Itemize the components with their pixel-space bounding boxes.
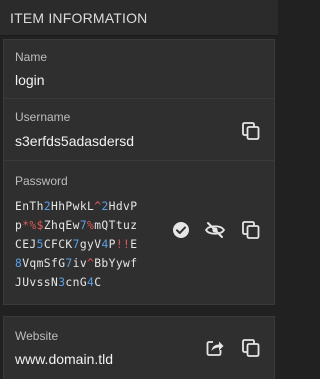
copy-website-button[interactable] [240,337,262,359]
password-row: Password EnTh2HhPwkL^2HdvP p*%$ZhqEw7%mQT… [4,161,274,304]
password-letters: P [108,238,116,251]
copy-username-button[interactable] [240,120,262,142]
name-row: Name login [4,40,274,99]
password-label: Password [15,174,68,188]
name-label: Name [15,50,48,64]
website-box: Website www.domain.tld [3,316,275,379]
username-label: Username [15,110,71,124]
password-line: CEJ5CFCK7gyV4P!!E [15,235,165,254]
password-letters: ZhqEw [43,219,80,232]
password-letters: CFCK [43,238,73,251]
password-letters: JUvssN [15,276,59,289]
password-letters: CEJ [15,238,37,251]
password-digit: 2 [43,200,52,213]
password-digit: 7 [65,257,73,270]
password-digit: 5 [36,238,44,251]
password-letters: gyV [79,238,102,251]
password-letters: mQTtuz [94,219,138,232]
password-letters: iv [72,257,88,270]
eye-slash-icon [204,222,226,238]
login-fields-box: Name login Username s3erfds5adasdersd Pa… [3,39,275,305]
password-letters: EnTh [15,200,44,213]
panel-title: ITEM INFORMATION [10,9,148,26]
password-letters: cnG [65,276,88,289]
copy-password-button[interactable] [240,219,262,241]
website-value[interactable]: www.domain.tld [15,351,113,367]
check-circle-icon [173,222,189,238]
website-label: Website [15,329,59,343]
password-digit: 7 [79,219,88,232]
copy-icon [242,122,260,140]
password-letters: HhPwkL [51,200,95,213]
password-symbol: *%$ [22,219,44,232]
password-line: p*%$ZhqEw7%mQTtuz [15,216,165,235]
launch-icon [206,341,224,356]
password-line: JUvssN3cnG4C [15,273,165,292]
username-value[interactable]: s3erfds5adasdersd [15,133,134,149]
check-password-button[interactable] [170,219,192,241]
copy-icon [242,221,260,239]
password-symbol: !! [115,238,131,251]
password-letters: E [130,238,138,251]
item-information-panel: ITEM INFORMATION Name login Username s3e… [0,0,278,379]
password-letters: C [94,276,102,289]
username-row: Username s3erfds5adasdersd [4,99,274,161]
password-digit: 2 [101,200,109,213]
password-value[interactable]: EnTh2HhPwkL^2HdvP p*%$ZhqEw7%mQTtuz CEJ5CF… [15,197,165,292]
password-letters: BbYywf [94,257,138,270]
panel-header: ITEM INFORMATION [0,0,278,36]
name-value[interactable]: login [15,72,45,88]
password-digit: 7 [72,238,80,251]
copy-icon [242,339,260,357]
password-line: EnTh2HhPwkL^2HdvP [15,197,165,216]
password-letters: VqmSfG [22,257,66,270]
password-letters: HdvP [108,200,138,213]
launch-website-button[interactable] [204,337,226,359]
password-line: 8VqmSfG7iv^BbYywf [15,254,165,273]
password-digit: 4 [101,238,109,251]
toggle-password-visibility-button[interactable] [204,219,226,241]
